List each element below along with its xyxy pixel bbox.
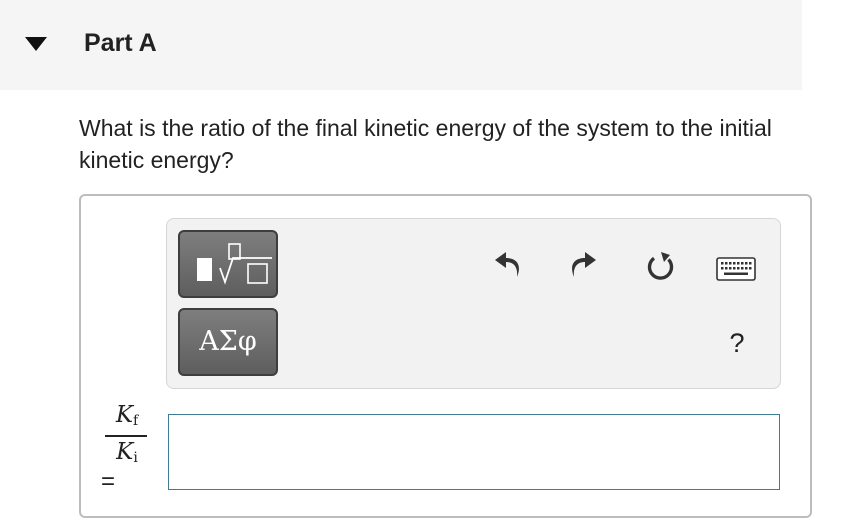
part-a-header[interactable]: Part A: [0, 0, 802, 90]
keyboard-icon[interactable]: [716, 257, 756, 281]
part-title: Part A: [84, 29, 157, 57]
reset-icon[interactable]: [644, 250, 678, 284]
symbols-label: ΑΣφ: [199, 326, 257, 357]
fraction-bar: [105, 435, 147, 437]
page: Part A What is the ratio of the final ki…: [0, 0, 862, 532]
undo-icon[interactable]: [493, 250, 523, 280]
fraction-denominator: Ki: [100, 439, 154, 466]
redo-icon[interactable]: [568, 250, 598, 280]
fraction-label: Kf Ki: [100, 402, 154, 472]
templates-icon: [197, 243, 272, 285]
answer-input[interactable]: [168, 414, 780, 490]
numerator-var: K: [115, 402, 133, 428]
help-icon[interactable]: ?: [722, 325, 752, 361]
caret-down-icon[interactable]: [25, 37, 47, 51]
templates-button[interactable]: [178, 230, 278, 298]
fraction-numerator: Kf: [100, 402, 154, 429]
question-text: What is the ratio of the final kinetic e…: [79, 115, 772, 173]
numerator-sub: f: [133, 413, 139, 429]
denominator-sub: i: [133, 450, 138, 466]
symbols-button[interactable]: ΑΣφ: [178, 308, 278, 376]
denominator-var: K: [116, 439, 134, 465]
equals-sign: =: [101, 468, 116, 495]
